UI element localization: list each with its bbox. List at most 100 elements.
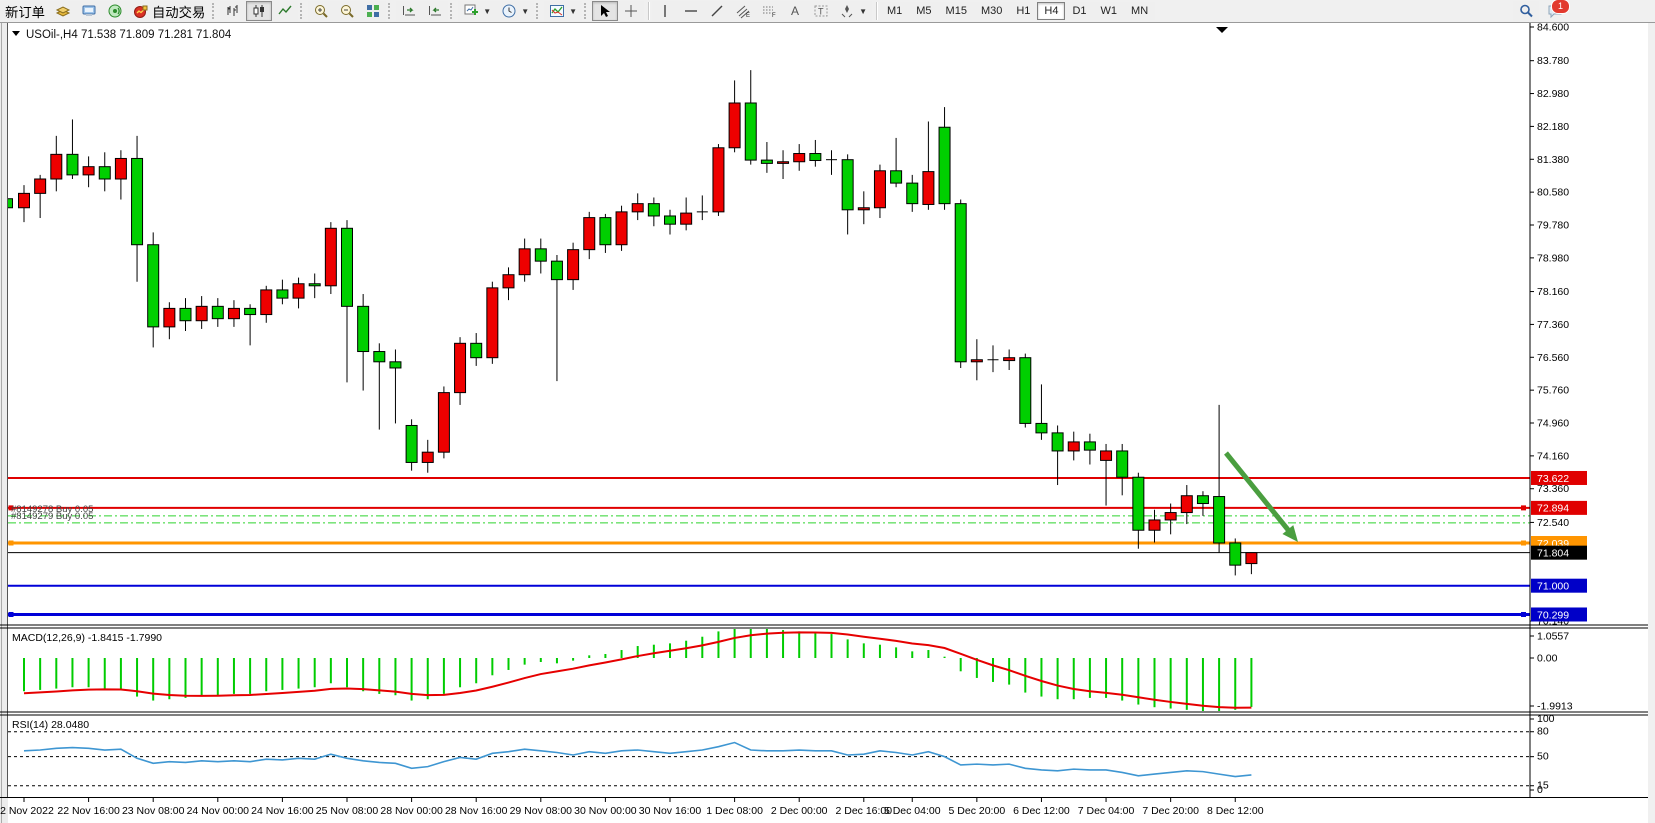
text-button[interactable]: A (782, 1, 808, 21)
new-order-button[interactable]: 新订单 (0, 1, 50, 21)
auto-trading-button[interactable]: 自动交易 (128, 1, 210, 21)
zoom-in-icon (313, 3, 329, 19)
terminal-button[interactable] (76, 1, 102, 21)
timeframe-h4[interactable]: H4 (1037, 2, 1065, 20)
price-tick-label: 74.160 (1537, 450, 1569, 462)
timeframe-m15[interactable]: M15 (939, 2, 974, 20)
bar-chart-button[interactable] (220, 1, 246, 21)
signals-button[interactable] (102, 1, 128, 21)
toolbar-grip (212, 3, 217, 19)
candle (35, 179, 46, 193)
horizontal-line-icon (683, 3, 699, 19)
chart-canvas[interactable]: #8149278 Buy 0.05#8149279 Buy 0.05USOil-… (0, 23, 1655, 823)
macd-tick-label: -1.9913 (1537, 701, 1573, 713)
candle (99, 167, 110, 179)
new-order-icon-button[interactable] (50, 1, 76, 21)
price-badge-label: 70.299 (1537, 609, 1569, 621)
text-label-button[interactable]: T (808, 1, 834, 21)
rsi-tick-label: 100 (1537, 713, 1555, 725)
candle (761, 160, 772, 163)
vertical-line-icon (657, 3, 673, 19)
bar-chart-icon (225, 3, 241, 19)
candle (1197, 496, 1208, 504)
auto-scroll-button[interactable] (396, 1, 422, 21)
cursor-button[interactable] (592, 1, 618, 21)
candle (115, 158, 126, 179)
chevron-down-icon: ▼ (483, 7, 491, 16)
toolbar: 新订单 自动交易 ▼ ▼ ▼ E F A T (0, 0, 1655, 23)
period-clock-button[interactable]: ▼ (496, 1, 534, 21)
line-anchor-marker[interactable] (1521, 541, 1526, 546)
window-right-strip (1648, 23, 1655, 823)
new-chart-button[interactable]: ▼ (458, 1, 496, 21)
time-tick-label: 8 Dec 12:00 (1207, 805, 1264, 817)
zoom-in-button[interactable] (308, 1, 334, 21)
candle (810, 154, 821, 161)
candle (616, 212, 627, 245)
chart-shift-icon (427, 3, 443, 19)
candlestick-chart-button[interactable] (246, 1, 272, 21)
candle (713, 148, 724, 212)
candlestick-chart-icon (251, 3, 267, 19)
price-badge-label: 71.804 (1537, 547, 1569, 559)
candle (1133, 477, 1144, 530)
toolbar-separator (876, 2, 878, 20)
timeframe-d1[interactable]: D1 (1065, 2, 1093, 20)
shapes-button[interactable]: ▼ (834, 1, 872, 21)
line-chart-button[interactable] (272, 1, 298, 21)
candle (745, 103, 756, 160)
trendline-button[interactable] (704, 1, 730, 21)
timeframe-m5[interactable]: M5 (909, 2, 938, 20)
chart-shift-button[interactable] (422, 1, 448, 21)
candle (196, 306, 207, 320)
candle (1084, 442, 1095, 450)
candle (358, 306, 369, 351)
candle (1149, 520, 1160, 530)
price-tick-label: 84.600 (1537, 23, 1569, 34)
auto-scroll-icon (401, 3, 417, 19)
tile-windows-icon (365, 3, 381, 19)
line-anchor-marker[interactable] (9, 541, 14, 546)
indicators-icon (549, 3, 565, 19)
chat-unread-badge: 1 (1551, 0, 1570, 14)
timeframe-w1[interactable]: W1 (1094, 2, 1125, 20)
fibo-retracement-button[interactable]: F (756, 1, 782, 21)
tile-windows-button[interactable] (360, 1, 386, 21)
crosshair-button[interactable] (618, 1, 644, 21)
toolbar-grip (388, 3, 393, 19)
line-anchor-marker[interactable] (9, 612, 14, 617)
timeframe-mn[interactable]: MN (1124, 2, 1155, 20)
macd-label: MACD(12,26,9) -1.8415 -1.7990 (12, 632, 162, 644)
chat-button[interactable]: 1 (1547, 3, 1563, 19)
price-tick-label: 72.540 (1537, 517, 1569, 529)
fibo-channel-button[interactable]: E (730, 1, 756, 21)
price-tick-label: 79.780 (1537, 220, 1569, 232)
candle (665, 216, 676, 224)
candle (535, 249, 546, 261)
indicators-button[interactable]: ▼ (544, 1, 582, 21)
candle (455, 343, 466, 392)
price-tick-label: 74.960 (1537, 418, 1569, 430)
candle (955, 204, 966, 362)
zoom-out-button[interactable] (334, 1, 360, 21)
timeframe-m1[interactable]: M1 (880, 2, 909, 20)
horizontal-line-button[interactable] (678, 1, 704, 21)
line-anchor-marker[interactable] (1521, 612, 1526, 617)
line-anchor-marker[interactable] (1521, 505, 1526, 510)
price-tick-label: 83.780 (1537, 55, 1569, 67)
toolbar-grip (450, 3, 455, 19)
candle (212, 306, 223, 318)
candle (1246, 553, 1257, 564)
chart-title: USOil-,H4 71.538 71.809 71.281 71.804 (26, 29, 232, 41)
candle (1020, 358, 1031, 424)
price-tick-label: 76.560 (1537, 352, 1569, 364)
candle (858, 208, 869, 210)
vertical-line-button[interactable] (652, 1, 678, 21)
candle (503, 275, 514, 288)
search-button[interactable] (1513, 1, 1539, 21)
timeframe-m30[interactable]: M30 (974, 2, 1009, 20)
time-tick-label: 25 Nov 08:00 (316, 805, 379, 817)
chart-background (0, 23, 1655, 823)
candle (422, 452, 433, 462)
timeframe-h1[interactable]: H1 (1009, 2, 1037, 20)
